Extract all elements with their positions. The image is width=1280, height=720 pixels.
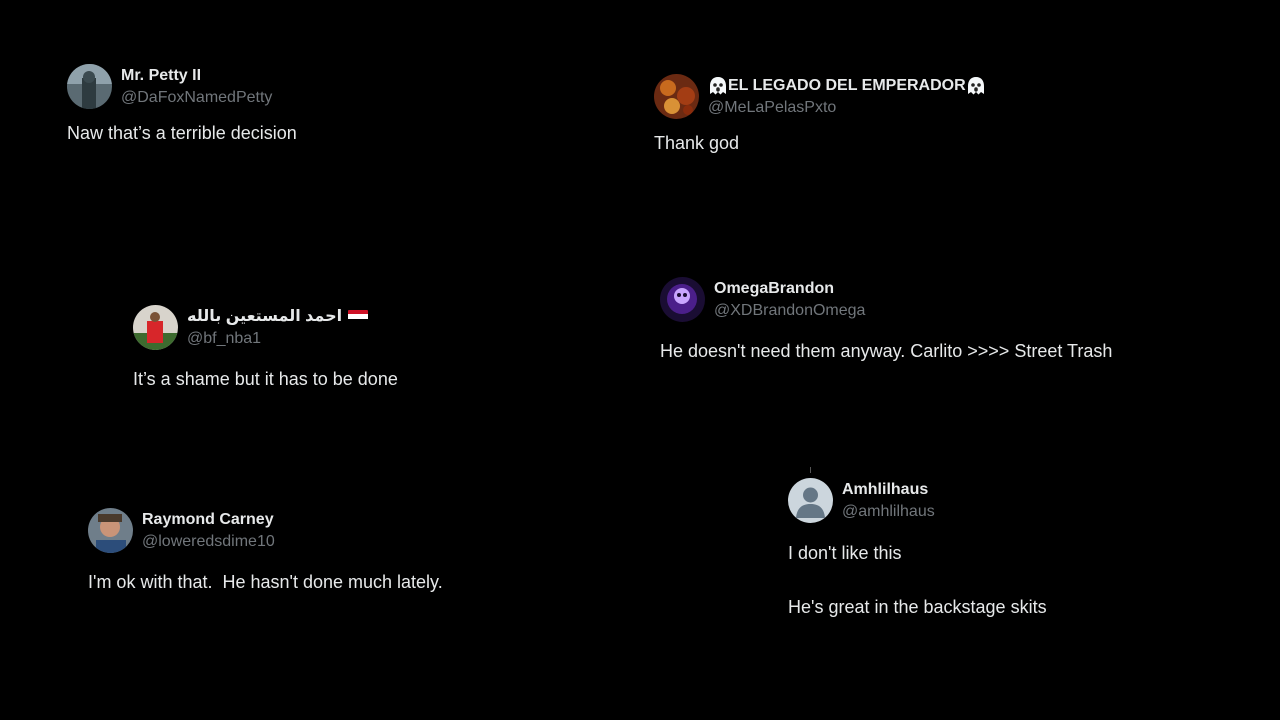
iraq-flag-icon — [348, 309, 369, 324]
tweet-text: I don't like this He's great in the back… — [788, 543, 1047, 617]
display-name[interactable]: OmegaBrandon — [714, 278, 865, 300]
user-handle[interactable]: @amhlilhaus — [842, 501, 935, 523]
avatar[interactable] — [133, 305, 178, 350]
tweet-card-omegabrandon: OmegaBrandon @XDBrandonOmega He doesn't … — [660, 277, 1112, 363]
tweet-card-raymond-carney: Raymond Carney @loweredsdime10 I'm ok wi… — [88, 508, 443, 594]
tweet-text: It’s a shame but it has to be done — [133, 369, 398, 389]
avatar[interactable] — [660, 277, 705, 322]
ghost-emoji-icon — [708, 76, 728, 96]
tweet-card-bf-nba1: احمد المستعين بالله @bf_nba1 It’s a sham… — [133, 305, 398, 391]
tweet-header: Mr. Petty II @DaFoxNamedPetty — [67, 64, 297, 109]
display-name[interactable]: Raymond Carney — [142, 509, 275, 531]
tweet-header: EL LEGADO DEL EMPERADOR @MeLaPelasPxto — [654, 74, 986, 119]
avatar[interactable] — [88, 508, 133, 553]
tweet-header: OmegaBrandon @XDBrandonOmega — [660, 277, 1112, 322]
default-avatar-icon[interactable] — [788, 478, 833, 523]
avatar[interactable] — [654, 74, 699, 119]
display-name-row[interactable]: EL LEGADO DEL EMPERADOR — [708, 75, 986, 97]
tweet-header: Amhlilhaus @amhlilhaus — [788, 478, 1047, 523]
tweet-header: Raymond Carney @loweredsdime10 — [88, 508, 443, 553]
tweet-text: Naw that’s a terrible decision — [67, 123, 297, 143]
user-handle[interactable]: @DaFoxNamedPetty — [121, 87, 272, 109]
display-name: EL LEGADO DEL EMPERADOR — [728, 76, 966, 94]
display-name-row[interactable]: احمد المستعين بالله — [187, 306, 369, 328]
tweet-text: I'm ok with that. He hasn't done much la… — [88, 572, 443, 592]
user-handle[interactable]: @MeLaPelasPxto — [708, 97, 986, 119]
user-handle[interactable]: @bf_nba1 — [187, 328, 368, 350]
tweet-card-amhlilhaus: Amhlilhaus @amhlilhaus I don't like this… — [788, 478, 1047, 621]
user-handle[interactable]: @XDBrandonOmega — [714, 300, 865, 322]
user-handle[interactable]: @loweredsdime10 — [142, 531, 275, 553]
display-name: احمد المستعين بالله — [187, 307, 343, 325]
tweet-text: He doesn't need them anyway. Carlito >>>… — [660, 341, 1113, 361]
tweet-card-petty: Mr. Petty II @DaFoxNamedPetty Naw that’s… — [67, 64, 297, 145]
divider-tick — [810, 467, 811, 473]
tweet-card-emperador: EL LEGADO DEL EMPERADOR @MeLaPelasPxto T… — [654, 74, 986, 155]
display-name[interactable]: Mr. Petty II — [121, 65, 272, 87]
avatar[interactable] — [67, 64, 112, 109]
tweet-header: احمد المستعين بالله @bf_nba1 — [133, 305, 398, 350]
ghost-emoji-icon — [966, 76, 986, 96]
display-name[interactable]: Amhlilhaus — [842, 479, 935, 501]
tweet-text: Thank god — [654, 133, 740, 153]
